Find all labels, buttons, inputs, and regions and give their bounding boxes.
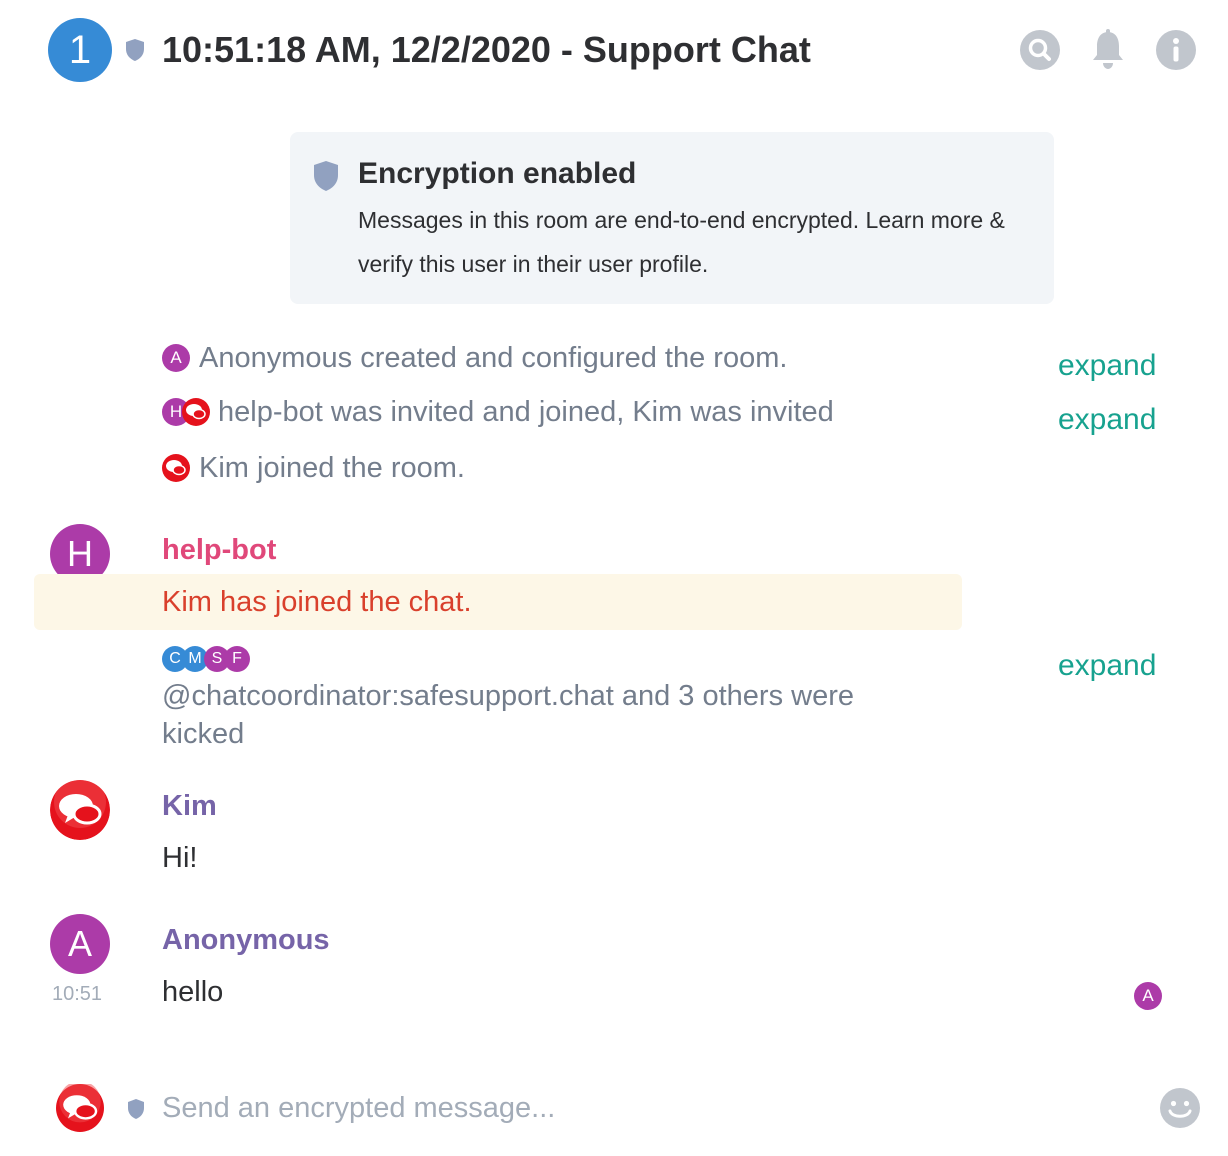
chat-window: 1 10:51:18 AM, 12/2/2020 - Support Chat: [0, 0, 1228, 1156]
avatar[interactable]: A: [50, 914, 110, 974]
notifications-button[interactable]: [1086, 28, 1130, 72]
room-header: 1 10:51:18 AM, 12/2/2020 - Support Chat: [0, 0, 1228, 100]
info-icon: [1156, 30, 1196, 70]
expand-link[interactable]: expand: [1058, 400, 1156, 440]
bell-icon: [1093, 29, 1123, 69]
encryption-description: Messages in this room are end-to-end enc…: [358, 207, 1005, 277]
sender-name[interactable]: help-bot: [162, 530, 276, 570]
event-summary-kim-joined: Kim joined the room.: [162, 448, 1022, 488]
avatar[interactable]: A: [162, 344, 190, 372]
kicked-avatars: C M S F: [162, 646, 258, 674]
encryption-notice: Encryption enabled Messages in this room…: [290, 132, 1054, 304]
emoji-icon[interactable]: [1158, 1086, 1202, 1130]
kim-avatar-icon[interactable]: [56, 1084, 104, 1132]
shield-icon: [128, 1099, 144, 1119]
event-text: Anonymous created and configured the roo…: [199, 342, 788, 374]
shield-icon: [314, 161, 338, 191]
event-summary-created: A Anonymous created and configured the r…: [162, 338, 1022, 378]
event-text: help-bot was invited and joined, Kim was…: [218, 396, 834, 428]
avatar[interactable]: F: [224, 646, 250, 672]
read-receipt-avatar[interactable]: A: [1134, 982, 1162, 1010]
room-info-button[interactable]: [1154, 28, 1198, 72]
expand-link[interactable]: expand: [1058, 646, 1156, 686]
room-title[interactable]: 10:51:18 AM, 12/2/2020 - Support Chat: [162, 28, 811, 72]
message-body: hello: [162, 976, 224, 1008]
kim-avatar-icon[interactable]: [182, 398, 210, 426]
message-body: Kim has joined the chat.: [162, 586, 472, 618]
expand-link[interactable]: expand: [1058, 346, 1156, 386]
event-text: @chatcoordinator:safesupport.chat and 3 …: [162, 680, 855, 712]
message-timestamp[interactable]: 10:51: [52, 982, 102, 1006]
message-body: Hi!: [162, 842, 198, 874]
message-input[interactable]: [162, 1086, 1102, 1130]
shield-icon: [126, 39, 144, 61]
event-text: Kim joined the room.: [199, 452, 465, 484]
kim-avatar-icon[interactable]: [50, 780, 110, 840]
event-summary-joined: H help-bot was invited and joined, Kim w…: [162, 392, 1022, 432]
sender-name[interactable]: Kim: [162, 786, 217, 826]
message-composer: [0, 1070, 1228, 1156]
search-button[interactable]: [1018, 28, 1062, 72]
search-icon: [1020, 30, 1060, 70]
event-text: kicked: [162, 718, 245, 750]
encryption-title: Encryption enabled: [358, 157, 637, 190]
sender-name[interactable]: Anonymous: [162, 920, 330, 960]
room-avatar[interactable]: 1: [48, 18, 112, 82]
kim-avatar-icon[interactable]: [162, 454, 190, 482]
